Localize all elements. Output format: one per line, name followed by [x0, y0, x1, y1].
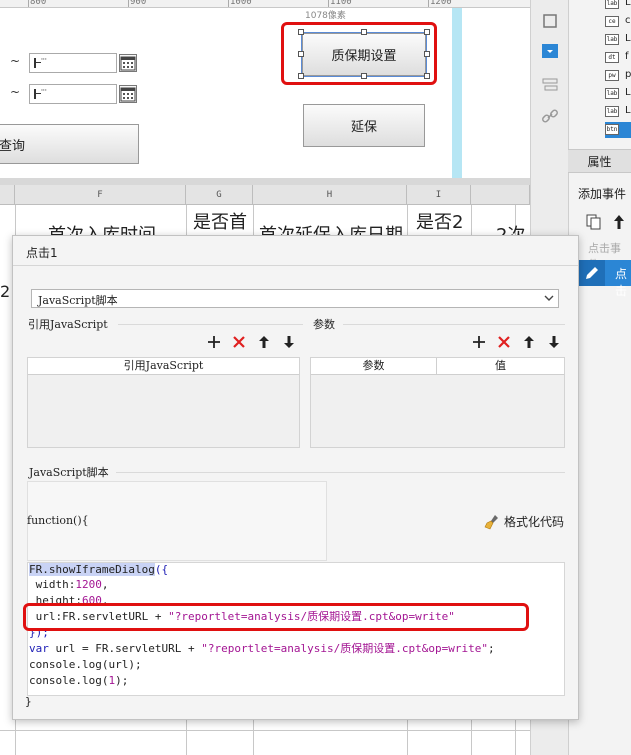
ref-js-table[interactable]: 引用JavaScript	[27, 357, 300, 448]
highlight-annotation	[281, 22, 437, 85]
widget-tree-item-selected[interactable]: btn	[605, 122, 631, 138]
format-code-label: 格式化代码	[504, 515, 565, 529]
closing-brace: }	[25, 695, 32, 708]
table-header: 值	[437, 358, 564, 375]
calendar-icon[interactable]	[119, 85, 137, 103]
ref-js-label: 引用JavaScript	[28, 318, 108, 331]
format-code-button[interactable]: 格式化代码	[484, 513, 564, 530]
highlight-annotation	[23, 603, 529, 631]
date-widget-icon: dt	[605, 52, 619, 63]
column-header[interactable]: H	[253, 185, 407, 205]
table-header: 参数	[311, 358, 437, 375]
code-line: width:1200,	[29, 578, 109, 591]
chevron-down-icon[interactable]	[544, 294, 554, 302]
add-event-label: 添加事件	[578, 187, 627, 201]
event-dialog: 点击1 JavaScript脚本 引用JavaScript 参数 引用JavaS…	[12, 235, 579, 720]
svg-text:''': '''	[41, 57, 47, 65]
column-header[interactable]	[471, 185, 530, 205]
date-separator: ~	[10, 85, 21, 99]
arrow-down-icon[interactable]	[547, 335, 561, 349]
horizontal-ruler: 800 900 1000 1100 1200	[0, 0, 530, 8]
label-widget-icon: lab	[605, 34, 619, 45]
ruler-tick	[228, 0, 229, 7]
copy-icon[interactable]	[586, 214, 602, 230]
label-widget-icon: lab	[605, 0, 619, 9]
event-item-label: 点击	[615, 267, 628, 298]
edit-icon[interactable]	[579, 260, 605, 286]
arrow-up-icon[interactable]	[257, 335, 271, 349]
password-widget-icon: pw	[605, 70, 619, 81]
width-indicator: 1078像素	[305, 11, 346, 21]
calendar-icon[interactable]	[119, 54, 137, 72]
canvas-edge-guide	[452, 8, 462, 178]
add-icon[interactable]	[207, 335, 221, 349]
table-header: 引用JavaScript	[28, 358, 299, 375]
column-header[interactable]: G	[186, 185, 253, 205]
broom-icon	[484, 514, 498, 529]
params-table[interactable]: 参数 值	[310, 357, 565, 448]
layers-icon[interactable]	[541, 76, 559, 94]
date-separator: ~	[10, 54, 21, 68]
column-header[interactable]	[0, 185, 15, 205]
delete-icon[interactable]	[232, 335, 246, 349]
widget-panel-icon[interactable]	[541, 42, 559, 60]
link-icon[interactable]	[541, 107, 559, 125]
script-type-select[interactable]: JavaScript脚本	[31, 289, 559, 308]
column-header[interactable]: I	[407, 185, 471, 205]
divider	[118, 324, 303, 325]
event-list-item[interactable]: 点击	[579, 260, 631, 298]
arrow-up-icon[interactable]	[522, 335, 536, 349]
divider	[343, 324, 565, 325]
label-widget-icon: lab	[605, 88, 619, 99]
ruler-label: 1200	[430, 0, 452, 7]
date-input-end-2[interactable]: '''	[29, 84, 117, 104]
properties-tab[interactable]: 属性	[568, 149, 631, 173]
combo-widget-icon: ce	[605, 16, 619, 27]
header-cell: 是否2	[416, 212, 464, 233]
label-widget-icon: lab	[605, 106, 619, 117]
ruler-label: 1000	[230, 0, 252, 7]
date-input-end-1[interactable]: '''	[29, 53, 117, 73]
ruler-tick	[428, 0, 429, 7]
code-line: console.log(1);	[29, 674, 129, 687]
ruler-label: 900	[130, 0, 147, 7]
ruler-label: 800	[30, 0, 47, 7]
arrow-down-icon[interactable]	[282, 335, 296, 349]
dialog-title: 点击1	[26, 246, 58, 260]
column-header[interactable]: F	[15, 185, 186, 205]
extend-warranty-button[interactable]: 延保	[303, 104, 425, 147]
params-label: 参数	[313, 318, 335, 331]
script-type-value: JavaScript脚本	[38, 294, 118, 307]
ruler-label: 1100	[330, 0, 352, 7]
add-icon[interactable]	[472, 335, 486, 349]
divider	[13, 265, 578, 266]
header-cell: 是否首	[193, 212, 247, 233]
code-line: var url = FR.servletURL + "?reportlet=an…	[29, 642, 495, 655]
ruler-tick	[328, 0, 329, 7]
ruler-tick	[28, 0, 29, 7]
divider	[116, 472, 565, 473]
delete-icon[interactable]	[497, 335, 511, 349]
row-cell: 2	[0, 282, 11, 301]
ruler-tick	[128, 0, 129, 7]
arrow-up-icon[interactable]	[612, 214, 626, 230]
code-line: console.log(url);	[29, 658, 142, 671]
canvas-divider	[0, 178, 530, 185]
date-format-icon: '''	[34, 57, 47, 68]
date-format-icon: '''	[34, 88, 47, 99]
query-button[interactable]: 查询	[0, 124, 139, 164]
svg-text:''': '''	[41, 88, 47, 96]
button-widget-icon: btn	[605, 124, 619, 135]
function-signature: function(){	[27, 514, 89, 527]
script-section-label: JavaScript脚本	[29, 466, 109, 479]
square-icon[interactable]	[541, 12, 559, 30]
code-line: FR.showIframeDialog({	[29, 563, 169, 576]
grid-line	[0, 730, 530, 731]
